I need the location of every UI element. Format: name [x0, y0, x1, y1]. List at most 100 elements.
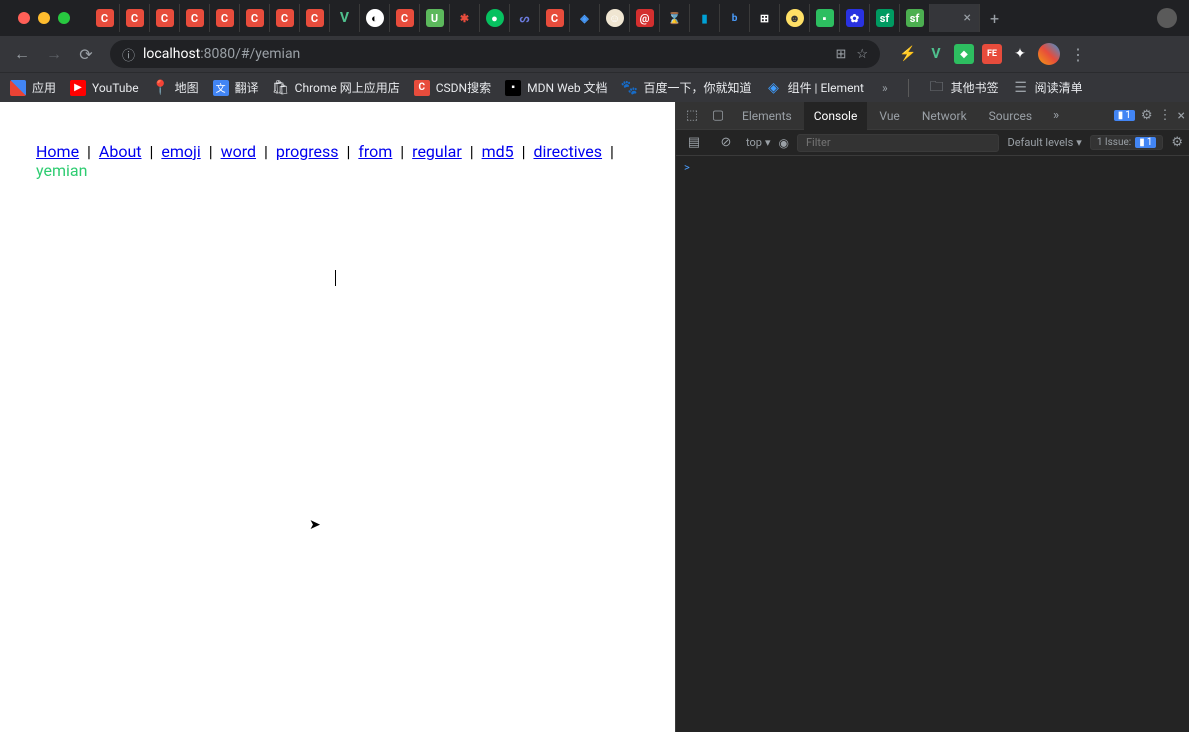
- nav-separator: |: [260, 142, 272, 161]
- tab-12[interactable]: U: [420, 4, 450, 32]
- close-window-button[interactable]: [18, 12, 30, 24]
- bookmark-star-icon[interactable]: ☆: [856, 47, 868, 62]
- profile-avatar[interactable]: [1157, 8, 1177, 28]
- bookmark-baidu[interactable]: 🐾百度一下，你就知道: [622, 79, 752, 96]
- text-caret: [335, 270, 336, 286]
- tab-27[interactable]: sf: [870, 4, 900, 32]
- devtools-menu-icon[interactable]: ⋮: [1159, 108, 1172, 123]
- translate-icon[interactable]: ⊞: [835, 47, 846, 62]
- tab-9[interactable]: V: [330, 4, 360, 32]
- maximize-window-button[interactable]: [58, 12, 70, 24]
- nav-separator: |: [606, 142, 614, 161]
- tab-2[interactable]: C: [120, 4, 150, 32]
- tab-23[interactable]: ⊞: [750, 4, 780, 32]
- profile-button[interactable]: [1038, 43, 1060, 65]
- devtools-tab-sources[interactable]: Sources: [979, 102, 1042, 130]
- nav-link-md5[interactable]: md5: [482, 142, 514, 161]
- console-sidebar-toggle[interactable]: ▤: [682, 131, 706, 155]
- console-live-toggle[interactable]: ◉: [778, 136, 788, 150]
- console-levels-select[interactable]: Default levels ▾: [1007, 136, 1081, 149]
- tab-20[interactable]: ⌛: [660, 4, 690, 32]
- nav-link-emoji[interactable]: emoji: [161, 142, 200, 161]
- console-settings-icon[interactable]: ⚙: [1171, 135, 1183, 150]
- tab-16[interactable]: C: [540, 4, 570, 32]
- tab-24[interactable]: ☻: [780, 4, 810, 32]
- browser-menu-button[interactable]: ⋮: [1064, 45, 1092, 64]
- bookmark-youtube[interactable]: ▶YouTube: [70, 80, 139, 96]
- tab-8[interactable]: C: [300, 4, 330, 32]
- nav-link-directives[interactable]: directives: [533, 142, 602, 161]
- reload-button[interactable]: ⟳: [72, 40, 100, 68]
- new-tab-button[interactable]: +: [980, 9, 1009, 28]
- address-bar[interactable]: ⓘ localhost:8080/#/yemian ⊞ ☆: [110, 40, 880, 68]
- bookmark-overflow[interactable]: »: [882, 81, 888, 95]
- devtools-tab-vue[interactable]: Vue: [869, 102, 909, 130]
- bookmark-apps[interactable]: 应用: [10, 79, 56, 96]
- bookmark-readlist[interactable]: ☰阅读清单: [1013, 79, 1083, 96]
- devtools-more-tabs[interactable]: »: [1044, 104, 1068, 128]
- tab-25[interactable]: ▪: [810, 4, 840, 32]
- window-controls: [8, 12, 80, 24]
- nav-link-word[interactable]: word: [221, 142, 256, 161]
- bookmark-bar: 应用 ▶YouTube 📍地图 文翻译 🛍Chrome 网上应用店 CCSDN搜…: [0, 72, 1189, 102]
- tab-1[interactable]: C: [90, 4, 120, 32]
- site-info-icon[interactable]: ⓘ: [122, 45, 135, 64]
- back-button[interactable]: ←: [8, 40, 36, 68]
- minimize-window-button[interactable]: [38, 12, 50, 24]
- console-clear-button[interactable]: ⊘: [714, 131, 738, 155]
- nav-link-home[interactable]: Home: [36, 142, 79, 161]
- map-pin-icon: 📍: [153, 80, 169, 96]
- devtools-tabbar: ⬚ ▢ Elements Console Vue Network Sources…: [676, 102, 1189, 130]
- nav-link-yemian[interactable]: yemian: [36, 161, 87, 180]
- tab-18[interactable]: ☺: [600, 4, 630, 32]
- tab-26[interactable]: ✿: [840, 4, 870, 32]
- tab-7[interactable]: C: [270, 4, 300, 32]
- youtube-icon: ▶: [70, 80, 86, 96]
- tab-3[interactable]: C: [150, 4, 180, 32]
- console-issues-button[interactable]: 1 Issue: ▮ 1: [1090, 135, 1164, 150]
- ext-icon-1[interactable]: ⚡: [898, 44, 918, 64]
- tab-15[interactable]: ᔕ: [510, 4, 540, 32]
- inspect-element-button[interactable]: ⬚: [680, 104, 704, 128]
- devtools-tab-network[interactable]: Network: [912, 102, 977, 130]
- extensions-button[interactable]: ✦: [1010, 44, 1030, 64]
- bookmark-csdn[interactable]: CCSDN搜索: [414, 79, 491, 96]
- devtools-error-badge[interactable]: ▮ 1: [1114, 110, 1135, 121]
- bookmark-chromestore[interactable]: 🛍Chrome 网上应用店: [273, 79, 400, 96]
- mdn-icon: ▪: [505, 80, 521, 96]
- bookmark-mdn[interactable]: ▪MDN Web 文档: [505, 79, 607, 96]
- console-filter-input[interactable]: [797, 134, 1000, 152]
- nav-link-from[interactable]: from: [358, 142, 392, 161]
- tab-22[interactable]: b: [720, 4, 750, 32]
- bookmark-other[interactable]: 🗀其他书签: [929, 79, 999, 96]
- tab-6[interactable]: C: [240, 4, 270, 32]
- console-output[interactable]: >: [676, 156, 1189, 732]
- tab-14[interactable]: ●: [480, 4, 510, 32]
- nav-link-regular[interactable]: regular: [412, 142, 462, 161]
- close-tab-icon[interactable]: ×: [956, 10, 979, 26]
- tab-active[interactable]: ×: [930, 4, 980, 32]
- ext-evernote-icon[interactable]: ◆: [954, 44, 974, 64]
- tab-19[interactable]: @: [630, 4, 660, 32]
- bookmark-element[interactable]: ◈组件 | Element: [766, 79, 864, 96]
- tab-5[interactable]: C: [210, 4, 240, 32]
- tab-28[interactable]: sf: [900, 4, 930, 32]
- tab-10[interactable]: ◐: [360, 4, 390, 32]
- bookmark-map[interactable]: 📍地图: [153, 79, 199, 96]
- tab-13[interactable]: ✱: [450, 4, 480, 32]
- console-context-select[interactable]: top ▾: [746, 136, 770, 149]
- tab-4[interactable]: C: [180, 4, 210, 32]
- devtools-tab-elements[interactable]: Elements: [732, 102, 802, 130]
- tab-11[interactable]: C: [390, 4, 420, 32]
- device-toggle-button[interactable]: ▢: [706, 104, 730, 128]
- nav-link-about[interactable]: About: [99, 142, 142, 161]
- tab-17[interactable]: ◈: [570, 4, 600, 32]
- ext-vue-icon[interactable]: V: [926, 44, 946, 64]
- bookmark-translate[interactable]: 文翻译: [213, 79, 259, 96]
- ext-fe-icon[interactable]: FE: [982, 44, 1002, 64]
- devtools-close-icon[interactable]: ×: [1178, 108, 1185, 124]
- nav-link-progress[interactable]: progress: [276, 142, 339, 161]
- devtools-settings-icon[interactable]: ⚙: [1141, 108, 1153, 123]
- tab-21[interactable]: ▮: [690, 4, 720, 32]
- devtools-tab-console[interactable]: Console: [804, 102, 868, 130]
